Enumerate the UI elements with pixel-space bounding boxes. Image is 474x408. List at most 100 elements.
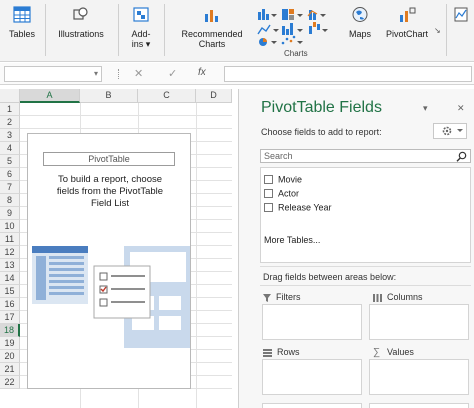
row-header-15[interactable]: 15 <box>0 285 20 298</box>
row-header-10[interactable]: 10 <box>0 220 20 233</box>
hierarchy-chart-icon[interactable] <box>282 9 303 20</box>
cancel-icon[interactable]: ✕ <box>134 67 143 80</box>
field-checkbox[interactable] <box>264 175 273 185</box>
drag-fields-label: Drag fields between areas below: <box>263 272 397 282</box>
addins-button[interactable]: Add- ins ▾ <box>124 0 158 49</box>
rows-area-label: Rows <box>277 347 300 357</box>
worksheet-grid[interactable]: A B C D 1 2 3 4 5 6 7 8 9 10 11 12 13 14 15 16 17 18 19 20 2… <box>0 89 232 408</box>
ribbon-insert-tab: Tables Illustrations Add- ins ▾ Recommen… <box>0 0 474 62</box>
column-header-c[interactable]: C <box>138 89 196 103</box>
columns-drop-area[interactable] <box>369 304 469 340</box>
row-header-22[interactable]: 22 <box>0 376 20 389</box>
field-checkbox[interactable] <box>264 189 273 199</box>
row-header-20[interactable]: 20 <box>0 350 20 363</box>
column-chart-icon[interactable] <box>258 9 277 20</box>
rows-drop-area[interactable] <box>262 359 362 395</box>
values-drop-area[interactable] <box>369 359 469 395</box>
source-table-icon <box>32 246 88 304</box>
pivottable-placeholder[interactable]: PivotTable To build a report, choose fie… <box>27 133 191 389</box>
field-checkbox[interactable] <box>264 203 273 213</box>
column-header-d[interactable]: D <box>196 89 232 103</box>
recommended-charts-label-line2: Charts <box>198 39 226 49</box>
sparklines-button-partial[interactable] <box>454 6 474 23</box>
recommended-charts-label-line1: Recommended <box>181 29 243 39</box>
pivotchart-label: PivotChart <box>385 29 429 39</box>
select-all-corner[interactable] <box>0 89 20 103</box>
excel-window: Tables Illustrations Add- ins ▾ Recommen… <box>0 0 474 408</box>
row-header-17[interactable]: 17 <box>0 311 20 324</box>
scatter-chart-icon[interactable] <box>281 35 303 45</box>
ribbon-divider <box>164 4 165 56</box>
lower-area-edge <box>262 403 362 408</box>
field-list: Movie Actor Release Year More Tables... <box>260 167 471 263</box>
pivottable-instructions-line2: fields from the PivotTable <box>56 186 164 197</box>
field-item-actor[interactable]: Actor <box>264 188 299 200</box>
row-header-3[interactable]: 3 <box>0 129 20 142</box>
addins-icon <box>133 7 149 22</box>
lower-area-edge <box>369 403 469 408</box>
row-header-14[interactable]: 14 <box>0 272 20 285</box>
row-header-4[interactable]: 4 <box>0 142 20 155</box>
row-header-19[interactable]: 19 <box>0 337 20 350</box>
row-header-11[interactable]: 11 <box>0 233 20 246</box>
line-chart-icon[interactable] <box>257 24 279 35</box>
waterfall-chart-icon[interactable] <box>309 22 328 34</box>
name-box[interactable]: ▾ <box>4 66 102 82</box>
maps-button[interactable]: Maps <box>340 0 380 39</box>
search-icon[interactable] <box>456 151 467 162</box>
gridline <box>20 115 232 116</box>
enter-icon[interactable]: ✓ <box>168 67 177 80</box>
filters-drop-area[interactable] <box>262 304 362 340</box>
row-header-6[interactable]: 6 <box>0 168 20 181</box>
insert-function-button[interactable]: fx <box>198 67 206 78</box>
pivotchart-button[interactable]: PivotChart <box>380 0 434 39</box>
field-list-settings-button[interactable] <box>433 123 467 139</box>
tables-button[interactable]: Tables <box>2 0 42 39</box>
pivottable-instructions-line3: Field List <box>90 198 129 209</box>
columns-icon <box>373 293 382 302</box>
row-header-7[interactable]: 7 <box>0 181 20 194</box>
choose-fields-label: Choose fields to add to report: <box>261 127 382 137</box>
pivottable-illustration <box>32 246 190 348</box>
column-header-b[interactable]: B <box>80 89 138 103</box>
columns-area-label: Columns <box>387 292 423 302</box>
row-header-1[interactable]: 1 <box>0 103 20 116</box>
ribbon-divider <box>118 4 119 56</box>
pie-chart-icon[interactable] <box>259 38 277 46</box>
field-item-release-year[interactable]: Release Year <box>264 202 332 214</box>
field-item-movie[interactable]: Movie <box>264 174 302 186</box>
recommended-charts-button[interactable]: Recommended Charts <box>170 0 254 49</box>
more-tables-link[interactable]: More Tables... <box>264 235 320 245</box>
filters-area-header: Filters <box>263 292 301 302</box>
formula-bar-grip[interactable] <box>118 69 120 79</box>
row-header-5[interactable]: 5 <box>0 155 20 168</box>
field-search-placeholder: Search <box>264 151 293 161</box>
sparkline-icon <box>454 7 468 22</box>
row-header-8[interactable]: 8 <box>0 194 20 207</box>
charts-dialog-launcher[interactable]: ↘ <box>434 26 441 35</box>
globe-map-icon <box>352 7 368 22</box>
row-header-12[interactable]: 12 <box>0 246 20 259</box>
column-header-a[interactable]: A <box>20 89 80 103</box>
pane-divider <box>260 285 471 286</box>
row-header-16[interactable]: 16 <box>0 298 20 311</box>
columns-area-header: Columns <box>373 292 423 302</box>
row-header-13[interactable]: 13 <box>0 259 20 272</box>
field-list-checkboxes-icon <box>93 265 151 319</box>
illustrations-button[interactable]: Illustrations <box>50 0 112 39</box>
row-header-18[interactable]: 18 <box>0 324 20 337</box>
name-box-dropdown-icon[interactable]: ▾ <box>94 69 98 78</box>
maps-label: Maps <box>348 29 371 39</box>
formula-input[interactable] <box>224 66 472 82</box>
combo-chart-icon[interactable] <box>307 10 326 20</box>
pane-close-icon[interactable]: ✕ <box>457 103 465 114</box>
statistic-chart-icon[interactable] <box>282 23 303 35</box>
row-header-9[interactable]: 9 <box>0 207 20 220</box>
field-search-input[interactable]: Search <box>260 149 471 163</box>
gridline <box>20 128 232 129</box>
row-header-2[interactable]: 2 <box>0 116 20 129</box>
row-header-21[interactable]: 21 <box>0 363 20 376</box>
pane-options-dropdown-icon[interactable]: ▾ <box>423 103 428 114</box>
filters-area-label: Filters <box>276 292 301 302</box>
addins-label-line1: Add- <box>131 29 151 39</box>
